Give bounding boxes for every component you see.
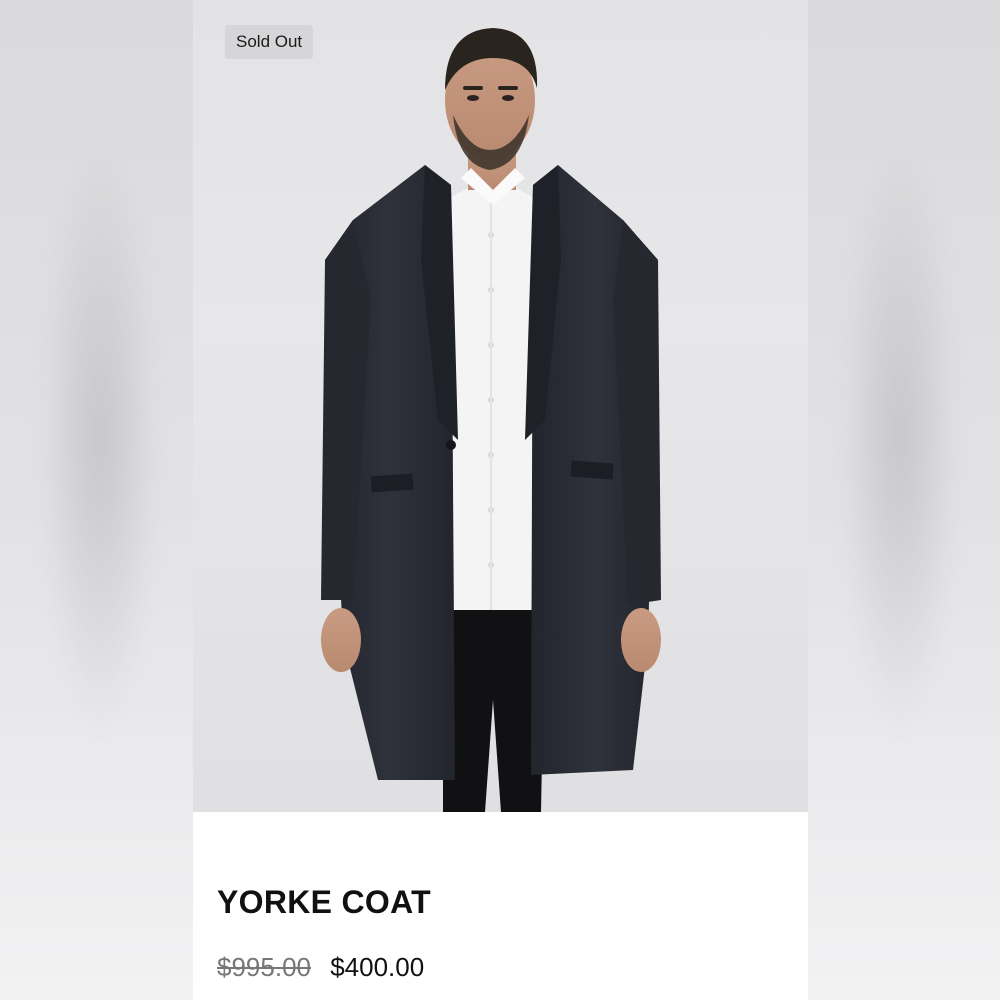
blurred-coat-shadow — [40, 140, 160, 740]
sale-price: $400.00 — [330, 952, 425, 982]
sold-out-badge: Sold Out — [225, 25, 314, 59]
original-price: $995.00 — [217, 952, 311, 982]
trousers — [443, 600, 545, 812]
price-row: $995.00 $400.00 — [217, 952, 424, 983]
pocket-flap-right — [570, 460, 614, 480]
blurred-background-left — [0, 0, 193, 1000]
product-info: YORKE COAT $995.00 $400.00 — [193, 812, 808, 1000]
model-illustration — [321, 28, 661, 812]
hand-left — [321, 608, 361, 672]
product-title[interactable]: YORKE COAT — [217, 884, 431, 921]
pocket-flap-left — [370, 473, 414, 493]
product-card[interactable]: Sold Out YORKE COAT $995.00 $400.00 — [193, 0, 808, 1000]
product-image[interactable]: Sold Out — [193, 0, 808, 812]
blurred-background-right — [808, 0, 1000, 1000]
blurred-coat-shadow — [840, 140, 960, 740]
coat-button — [446, 440, 456, 450]
product-listing-screen: Sold Out YORKE COAT $995.00 $400.00 — [0, 0, 1000, 1000]
hand-right — [621, 608, 661, 672]
